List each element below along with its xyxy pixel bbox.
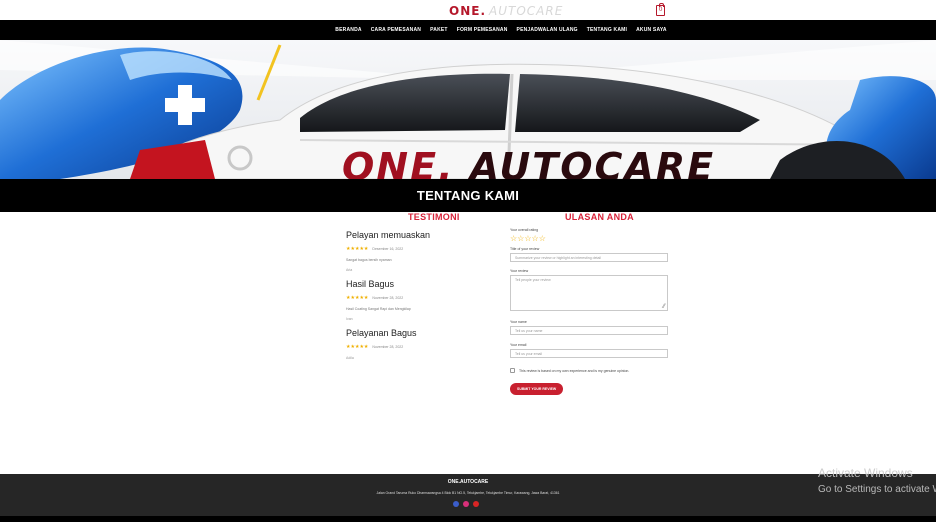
name-input[interactable]: Tell us your name [510,326,668,335]
testimonial-title: Pelayanan Bagus [346,328,417,338]
youtube-icon[interactable] [473,501,479,507]
nav-item-akun-saya[interactable]: AKUN SAYA [636,27,667,33]
facebook-icon[interactable] [453,501,459,507]
review-textarea[interactable]: Tell people your review ⁄⁄ [510,275,668,311]
testimonial-title: Hasil Bagus [346,279,395,289]
testimonial-item: Pelayanan Bagus ★★★★★ November 28, 2022 … [346,328,496,360]
resize-handle-icon[interactable]: ⁄⁄ [663,304,665,310]
consent-row: This review is based on my own experienc… [510,368,668,373]
watermark-line2: Go to Settings to activate Windows. [818,484,936,495]
testimonial-author: Adila [346,356,354,360]
name-label: Your name [510,320,527,324]
testimonial-item: Pelayan memuaskan ★★★★★ Desember 16, 202… [346,230,496,272]
testimonials-heading: TESTIMONI [408,212,460,222]
review-textarea-placeholder: Tell people your review [515,278,551,282]
logo-one: ONE. [449,4,486,18]
testimonial-date: November 28, 2022 [372,296,404,300]
footer-address: Jalan Grand Taruma Ruko Dharmawangsa 4 B… [376,491,560,495]
hero-logo-autocare: AUTOCARE [469,145,716,179]
top-header: ONE. AUTOCARE 0 [0,0,936,20]
watermark-line1: Activate Windows [818,466,913,480]
nav-item-tentang-kami[interactable]: TENTANG KAMI [587,27,627,33]
footer: ONE.AUTOCARE Jalan Grand Taruma Ruko Dha… [0,474,936,516]
overall-rating-label: Your overall rating [510,228,539,232]
nav-item-paket[interactable]: PAKET [430,27,448,33]
testimonial-title: Pelayan memuaskan [346,230,431,240]
consent-label: This review is based on my own experienc… [519,368,630,373]
site-logo[interactable]: ONE. AUTOCARE [449,4,563,18]
nav-item-cara-pemesanan[interactable]: CARA PEMESANAN [371,27,421,33]
email-input[interactable]: Tell us your email [510,349,668,358]
bottom-bar [0,516,936,522]
section-title-bar: TENTANG KAMI [0,179,936,212]
email-label: Your email [510,343,527,347]
star-rating-icon: ★★★★★ [346,295,369,301]
star-rating-icon: ★★★★★ [346,246,369,252]
cart-count: 0 [659,7,663,13]
instagram-icon[interactable] [463,501,469,507]
testimonial-meta: ★★★★★ November 28, 2022 [346,344,496,350]
testimonial-meta: ★★★★★ November 28, 2022 [346,295,496,301]
review-title-input[interactable]: Summarize your review or highlight an in… [510,253,668,262]
testimonial-meta: ★★★★★ Desember 16, 2022 [346,246,496,252]
submit-review-button[interactable]: SUBMIT YOUR REVIEW [510,383,564,395]
hero-logo: ONE. AUTOCARE [342,145,715,179]
main-nav: BERANDA CARA PEMESANAN PAKET FORM PEMESA… [0,20,936,40]
title-label: Title of your review [510,247,540,251]
consent-checkbox[interactable] [510,368,515,373]
nav-item-penjadwalan-ulang[interactable]: PENJADWALAN ULANG [517,27,578,33]
hero-logo-one: ONE. [342,145,455,179]
testimonial-date: Desember 16, 2022 [372,247,404,251]
rating-stars-input[interactable]: ☆☆☆☆☆ [510,234,668,243]
star-rating-icon: ★★★★★ [346,344,369,350]
logo-autocare: AUTOCARE [489,4,564,18]
social-links [453,501,479,507]
footer-title: ONE.AUTOCARE [447,479,489,485]
testimonial-date: November 28, 2022 [372,345,404,349]
page-title: TENTANG KAMI [416,188,520,203]
review-label: Your review [510,269,529,273]
testimonial-item: Hasil Bagus ★★★★★ November 28, 2022 Hasi… [346,279,496,321]
testimonial-text: Hasil Coating Sangat Rapi dan Mengkilap [346,307,411,311]
cart-icon[interactable]: 0 [656,3,665,16]
testimonial-author: Aria [346,268,353,272]
windows-activation-watermark: Activate Windows Go to Settings to activ… [818,466,936,495]
hero-banner: ONE. AUTOCARE [0,40,936,179]
review-form-heading: ULASAN ANDA [565,212,634,222]
testimonial-text: Sangat bagus bersih nyaman [346,258,392,262]
review-form: Your overall rating ☆☆☆☆☆ Title of your … [510,228,668,395]
nav-item-beranda[interactable]: BERANDA [335,27,361,33]
nav-item-form-pemesanan[interactable]: FORM PEMESANAN [457,27,508,33]
testimonial-author: Ivan [346,317,353,321]
